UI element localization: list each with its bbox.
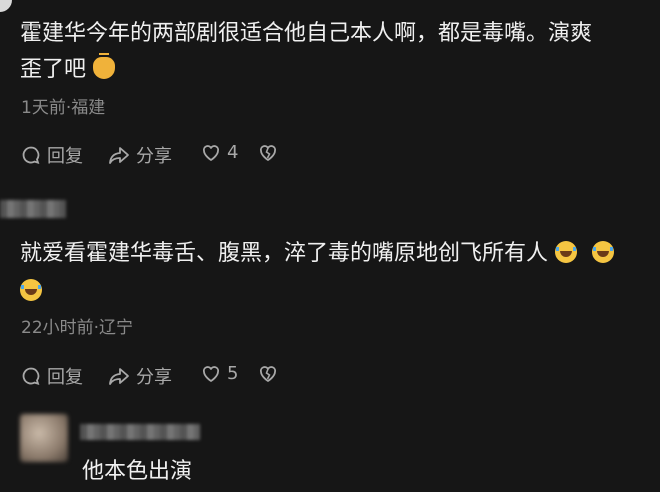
broken-heart-icon (260, 366, 276, 382)
comment-line: 霍建华今年的两部剧很适合他自己本人啊，都是毒嘴。演爽 (20, 21, 593, 46)
reply-bubble-icon (22, 146, 40, 164)
avatar[interactable] (20, 414, 68, 462)
dislike-button[interactable] (258, 364, 278, 384)
like-count: 4 (227, 142, 239, 163)
comment-meta: 1天前·福建 (21, 98, 106, 118)
broken-heart-icon (260, 145, 276, 161)
comment-text: 霍建华今年的两部剧很适合他自己本人啊，都是毒嘴。演爽 (20, 16, 592, 52)
share-arrow-icon (109, 368, 129, 385)
dislike-button[interactable] (258, 143, 278, 163)
share-label: 分享 (136, 367, 172, 388)
comment-text: 他本色出演 (82, 454, 192, 490)
heart-icon (203, 144, 219, 161)
share-button[interactable]: 分享 (108, 142, 172, 168)
comment-text: 歪了吧 (20, 52, 116, 88)
comment-line: 就爱看霍建华毒舌、腹黑，淬了毒的嘴原地创飞所有人 (20, 241, 549, 266)
like-button[interactable]: 4 (201, 142, 238, 163)
username-redacted[interactable] (80, 424, 200, 440)
comment-line: 歪了吧 (20, 57, 87, 82)
laughing-tears-icon (592, 241, 615, 263)
reply-bubble-icon (22, 367, 40, 385)
reply-button[interactable]: 回复 (21, 142, 83, 168)
heart-icon (203, 365, 219, 382)
share-button[interactable]: 分享 (108, 363, 172, 389)
comment-meta: 22小时前·辽宁 (21, 318, 134, 338)
comment-line: 他本色出演 (82, 459, 193, 484)
comment-text (20, 274, 42, 310)
like-button[interactable]: 5 (201, 363, 238, 384)
reply-label: 回复 (47, 146, 83, 167)
laughing-tears-icon (20, 279, 42, 301)
laughing-tears-icon (555, 241, 578, 263)
reply-label: 回复 (47, 367, 83, 388)
reply-button[interactable]: 回复 (21, 363, 83, 389)
comment-text: 就爱看霍建华毒舌、腹黑，淬了毒的嘴原地创飞所有人 (20, 236, 615, 272)
share-label: 分享 (136, 146, 172, 167)
like-count: 5 (227, 363, 239, 384)
share-arrow-icon (109, 147, 129, 164)
username-redacted[interactable] (0, 200, 66, 218)
clap-hands-icon (93, 53, 116, 79)
avatar[interactable] (0, 0, 12, 12)
